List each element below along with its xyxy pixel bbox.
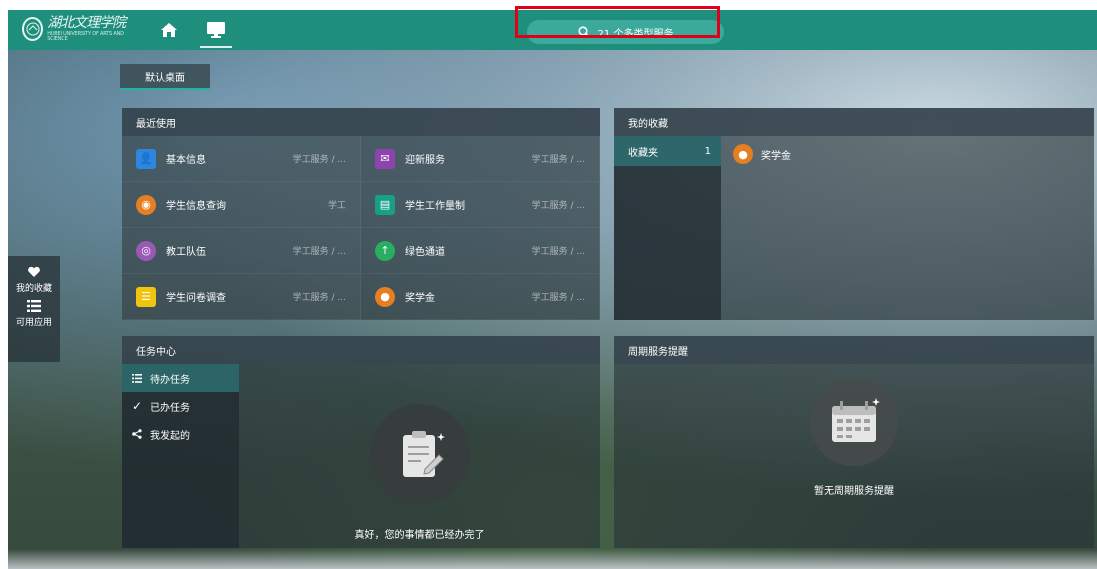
app-name: 学生信息查询 bbox=[166, 201, 226, 212]
recent-app-item[interactable]: ✉ 迎新服务 学工服务 / ... bbox=[361, 136, 600, 182]
profile-icon: 👤 bbox=[136, 148, 156, 169]
survey-icon: ☰ bbox=[136, 286, 156, 307]
recent-app-item[interactable]: 👤 基本信息 学工服务 / ... bbox=[122, 136, 361, 182]
list-icon bbox=[26, 300, 41, 312]
tab-initiated-tasks[interactable]: 我发起的 bbox=[122, 420, 239, 448]
logo-subtitle: HUBEI UNIVERSITY OF ARTS AND SCIENCE bbox=[47, 31, 124, 42]
share-icon bbox=[132, 429, 142, 439]
app-name: 奖学金 bbox=[405, 293, 435, 304]
app-name: 基本信息 bbox=[166, 155, 206, 166]
app-category: 学工服务 / ... bbox=[531, 247, 585, 257]
favorite-app-item[interactable]: ● 奖学金 bbox=[733, 144, 1082, 164]
recent-app-item[interactable]: ◉ 学生信息查询 学工 bbox=[122, 182, 361, 228]
task-tabs: 待办任务 ✓ 已办任务 我发起的 bbox=[122, 364, 239, 548]
staff-icon: ◎ bbox=[136, 240, 156, 261]
recent-app-item[interactable]: ☰ 学生问卷调查 学工服务 / ... bbox=[122, 274, 361, 320]
recent-app-item[interactable]: ↑ 绿色通道 学工服务 / ... bbox=[361, 228, 600, 274]
favorites-folder[interactable]: 收藏夹 1 bbox=[614, 136, 721, 166]
search-highlight-box bbox=[515, 6, 720, 38]
folder-count: 1 bbox=[704, 145, 711, 157]
panel-title: 我的收藏 bbox=[614, 108, 1094, 136]
app-category: 学工服务 / ... bbox=[531, 201, 585, 211]
tab-label: 已办任务 bbox=[150, 402, 191, 414]
recent-apps-panel: 最近使用 👤 基本信息 学工服务 / ... ✉ 迎新服务 学工服务 / ...… bbox=[122, 108, 600, 320]
check-icon: ✓ bbox=[132, 399, 143, 413]
home-icon[interactable] bbox=[160, 22, 178, 38]
recent-app-item[interactable]: ● 奖学金 学工服务 / ... bbox=[361, 274, 600, 320]
app-name: 学生问卷调查 bbox=[166, 293, 226, 304]
dock-my-favorites[interactable]: 我的收藏 bbox=[16, 266, 52, 294]
tab-label: 待办任务 bbox=[150, 374, 190, 386]
green-channel-icon: ↑ bbox=[375, 240, 395, 261]
task-center-panel: 任务中心 待办任务 ✓ 已办任务 我发起的 真好，您的事情都已经办完了 bbox=[122, 336, 600, 548]
empty-tasks-text: 真好，您的事情都已经办完了 bbox=[354, 530, 485, 541]
monitor-icon bbox=[207, 22, 225, 38]
scholarship-icon: ● bbox=[733, 144, 753, 164]
left-dock: 我的收藏 可用应用 bbox=[8, 256, 60, 362]
heart-icon bbox=[28, 266, 40, 277]
recent-app-item[interactable]: ◎ 教工队伍 学工服务 / ... bbox=[122, 228, 361, 274]
favorites-folder-list: 收藏夹 1 bbox=[614, 136, 721, 320]
logo-name: 湖北文理学院 bbox=[47, 15, 126, 31]
folder-name: 收藏夹 bbox=[628, 147, 658, 159]
scholarship-icon: ● bbox=[375, 286, 395, 307]
tab-todo-tasks[interactable]: 待办任务 bbox=[122, 364, 239, 392]
tab-done-tasks[interactable]: ✓ 已办任务 bbox=[122, 392, 239, 420]
student-query-icon: ◉ bbox=[136, 194, 156, 215]
recent-app-item[interactable]: ▤ 学生工作量制 学工服务 / ... bbox=[361, 182, 600, 228]
empty-reminders-text: 暂无周期服务提醒 bbox=[814, 486, 894, 497]
app-category: 学工服务 / ... bbox=[531, 155, 585, 165]
app-category: 学工 bbox=[327, 201, 346, 211]
clipboard-icon bbox=[369, 404, 470, 504]
app-name: 奖学金 bbox=[761, 150, 791, 162]
service-reminder-panel: 周期服务提醒 暂无周期服务提醒 bbox=[614, 336, 1094, 548]
university-logo[interactable]: 湖北文理学院 HUBEI UNIVERSITY OF ARTS AND SCIE… bbox=[22, 16, 132, 42]
todo-list-icon bbox=[132, 373, 142, 383]
app-name: 迎新服务 bbox=[405, 155, 445, 166]
desktop-view-button[interactable] bbox=[196, 10, 236, 50]
app-name: 学生工作量制 bbox=[405, 201, 465, 212]
dock-available-apps[interactable]: 可用应用 bbox=[16, 300, 52, 328]
calendar-icon bbox=[810, 378, 898, 466]
app-category: 学工服务 / ... bbox=[531, 293, 585, 303]
tab-default-desktop[interactable]: 默认桌面 bbox=[120, 64, 210, 90]
workload-icon: ▤ bbox=[375, 194, 395, 215]
tab-label: 我发起的 bbox=[150, 430, 190, 442]
panel-title: 周期服务提醒 bbox=[614, 336, 1094, 364]
app-name: 教工队伍 bbox=[166, 247, 206, 258]
dock-label: 可用应用 bbox=[15, 318, 52, 328]
app-category: 学工服务 / ... bbox=[292, 247, 346, 257]
app-category: 学工服务 / ... bbox=[292, 293, 346, 303]
favorites-panel: 我的收藏 收藏夹 1 ● 奖学金 bbox=[614, 108, 1094, 320]
university-seal-icon bbox=[22, 17, 44, 41]
dock-label: 我的收藏 bbox=[15, 284, 52, 294]
panel-title: 最近使用 bbox=[122, 108, 600, 136]
panel-title: 任务中心 bbox=[122, 336, 600, 364]
app-category: 学工服务 / ... bbox=[292, 155, 346, 165]
welcome-icon: ✉ bbox=[375, 148, 395, 169]
app-name: 绿色通道 bbox=[405, 247, 445, 258]
